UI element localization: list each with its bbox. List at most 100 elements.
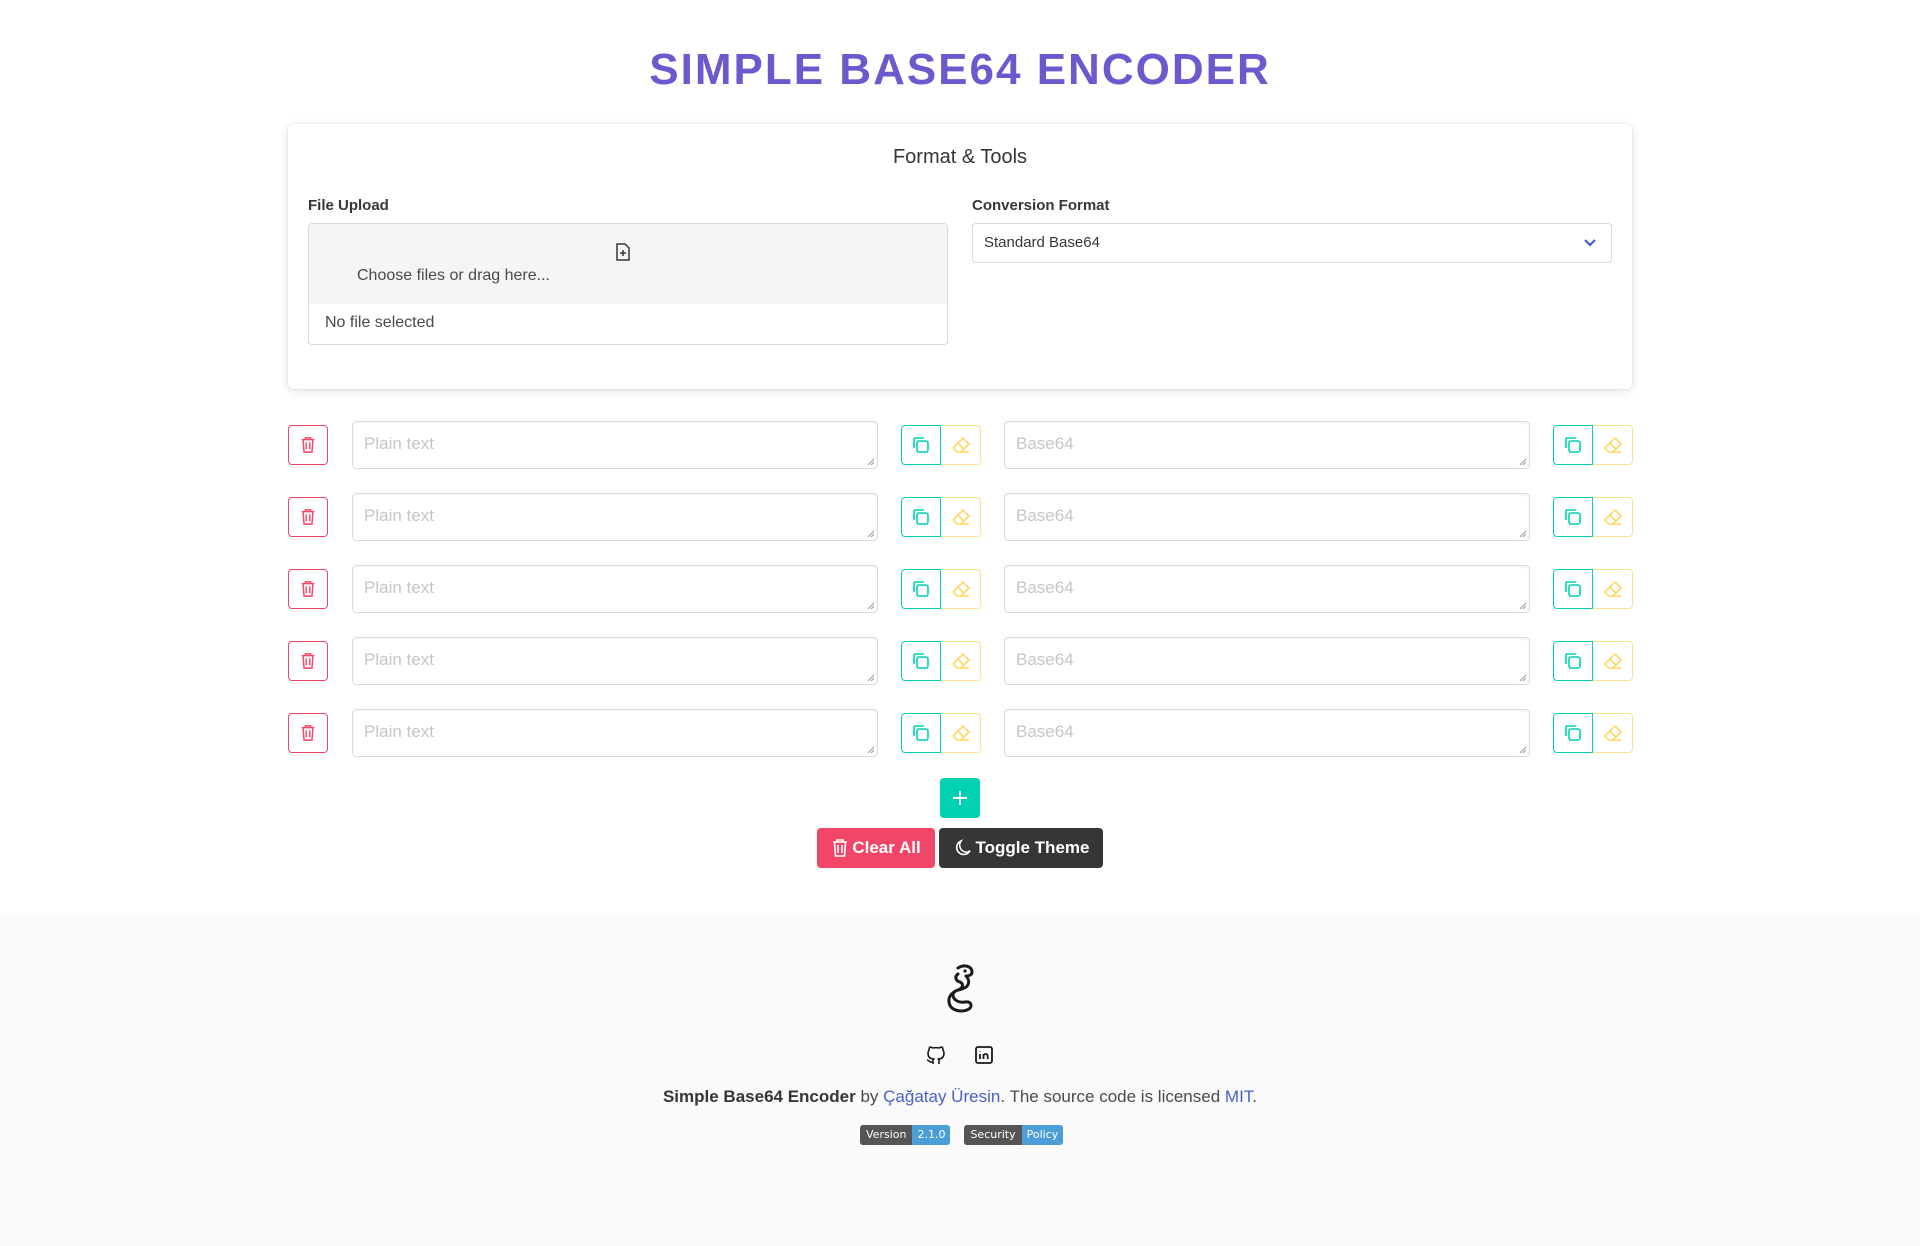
file-name-display: No file selected: [308, 304, 948, 345]
clear-plain-button[interactable]: [941, 641, 981, 681]
copy-icon: [1565, 581, 1581, 597]
base64-input[interactable]: Base64: [1004, 493, 1530, 541]
eraser-icon: [951, 653, 970, 669]
badges: Version 2.1.0 Security Policy: [860, 1125, 1064, 1145]
resize-handle[interactable]: [867, 530, 875, 538]
footer-license-text: . The source code is licensed: [1000, 1087, 1225, 1106]
delete-row-button[interactable]: [288, 569, 328, 609]
resize-handle[interactable]: [867, 746, 875, 754]
trash-icon: [301, 581, 315, 597]
copy-icon: [1565, 437, 1581, 453]
footer-app-name: Simple Base64 Encoder: [662, 1087, 856, 1106]
toggle-theme-label: Toggle Theme: [975, 838, 1090, 857]
encoder-row: Plain text Base64: [288, 421, 1633, 469]
seahorse-logo: [947, 964, 974, 1013]
resize-handle[interactable]: [867, 602, 875, 610]
version-badge-value: 2.1.0: [912, 1125, 951, 1145]
copy-plain-button[interactable]: [901, 425, 941, 465]
trash-icon: [301, 653, 315, 669]
delete-row-button[interactable]: [288, 641, 328, 681]
license-link[interactable]: MIT: [1225, 1087, 1252, 1106]
plus-icon: [953, 791, 967, 805]
eraser-icon: [1603, 581, 1622, 597]
toggle-theme-button[interactable]: Toggle Theme: [939, 828, 1103, 868]
footer-period: .: [1252, 1087, 1258, 1106]
clear-plain-button[interactable]: [941, 425, 981, 465]
github-icon[interactable]: [926, 1045, 946, 1065]
eraser-icon: [1603, 437, 1622, 453]
plain-text-input[interactable]: Plain text: [352, 637, 878, 685]
clear-plain-button[interactable]: [941, 713, 981, 753]
resize-handle[interactable]: [1519, 746, 1527, 754]
trash-icon: [833, 839, 848, 857]
resize-handle[interactable]: [1519, 530, 1527, 538]
footer-credits: Simple Base64 Encoder by Çağatay Üresin.…: [0, 1087, 1920, 1107]
clear-base64-button[interactable]: [1593, 713, 1633, 753]
trash-icon: [301, 437, 315, 453]
eraser-icon: [1603, 653, 1622, 669]
copy-base64-button[interactable]: [1553, 497, 1593, 537]
security-badge-key: Security: [964, 1125, 1022, 1145]
base64-placeholder: Base64: [1016, 578, 1074, 597]
resize-handle[interactable]: [1519, 458, 1527, 466]
plain-text-placeholder: Plain text: [364, 722, 434, 741]
base64-placeholder: Base64: [1016, 650, 1074, 669]
resize-handle[interactable]: [867, 674, 875, 682]
eraser-icon: [1603, 725, 1622, 741]
plain-text-input[interactable]: Plain text: [352, 565, 878, 613]
resize-handle[interactable]: [1519, 602, 1527, 610]
copy-plain-button[interactable]: [901, 713, 941, 753]
trash-icon: [301, 509, 315, 525]
clear-plain-button[interactable]: [941, 497, 981, 537]
base64-input[interactable]: Base64: [1004, 637, 1530, 685]
clear-base64-button[interactable]: [1593, 641, 1633, 681]
add-row-button[interactable]: [940, 778, 980, 818]
base64-placeholder: Base64: [1016, 722, 1074, 741]
delete-row-button[interactable]: [288, 425, 328, 465]
copy-base64-button[interactable]: [1553, 569, 1593, 609]
file-upload-dropzone[interactable]: Choose files or drag here...: [308, 223, 948, 305]
clear-base64-button[interactable]: [1593, 425, 1633, 465]
author-link[interactable]: Çağatay Üresin: [883, 1087, 1000, 1106]
version-badge-key: Version: [860, 1125, 913, 1145]
plain-text-input[interactable]: Plain text: [352, 421, 878, 469]
copy-base64-button[interactable]: [1553, 641, 1593, 681]
base64-input[interactable]: Base64: [1004, 421, 1530, 469]
eraser-icon: [951, 437, 970, 453]
conversion-format-label: Conversion Format: [972, 197, 1110, 214]
copy-base64-button[interactable]: [1553, 425, 1593, 465]
base64-placeholder: Base64: [1016, 434, 1074, 453]
plain-text-placeholder: Plain text: [364, 506, 434, 525]
clear-base64-button[interactable]: [1593, 569, 1633, 609]
version-badge[interactable]: Version 2.1.0: [860, 1125, 951, 1145]
base64-input[interactable]: Base64: [1004, 565, 1530, 613]
encoder-row: Plain text Base64: [288, 709, 1633, 757]
security-badge[interactable]: Security Policy: [964, 1125, 1064, 1145]
copy-plain-button[interactable]: [901, 497, 941, 537]
plain-text-input[interactable]: Plain text: [352, 709, 878, 757]
conversion-format-select[interactable]: Standard Base64: [972, 223, 1612, 263]
moon-icon: [955, 839, 971, 856]
base64-input[interactable]: Base64: [1004, 709, 1530, 757]
footer-by: by: [855, 1087, 884, 1106]
delete-row-button[interactable]: [288, 497, 328, 537]
delete-row-button[interactable]: [288, 713, 328, 753]
file-upload-label: File Upload: [308, 197, 389, 214]
copy-base64-button[interactable]: [1553, 713, 1593, 753]
resize-handle[interactable]: [867, 458, 875, 466]
clear-all-button[interactable]: Clear All: [817, 828, 935, 868]
plain-text-placeholder: Plain text: [364, 578, 434, 597]
resize-handle[interactable]: [1519, 674, 1527, 682]
base64-placeholder: Base64: [1016, 506, 1074, 525]
copy-plain-button[interactable]: [901, 569, 941, 609]
page-title: SIMPLE BASE64 ENCODER: [649, 45, 1271, 94]
copy-plain-button[interactable]: [901, 641, 941, 681]
clear-base64-button[interactable]: [1593, 497, 1633, 537]
linkedin-icon[interactable]: [974, 1045, 994, 1065]
copy-icon: [1565, 725, 1581, 741]
plain-text-input[interactable]: Plain text: [352, 493, 878, 541]
copy-icon: [1565, 509, 1581, 525]
trash-icon: [301, 725, 315, 741]
clear-plain-button[interactable]: [941, 569, 981, 609]
encoder-row: Plain text Base64: [288, 637, 1633, 685]
